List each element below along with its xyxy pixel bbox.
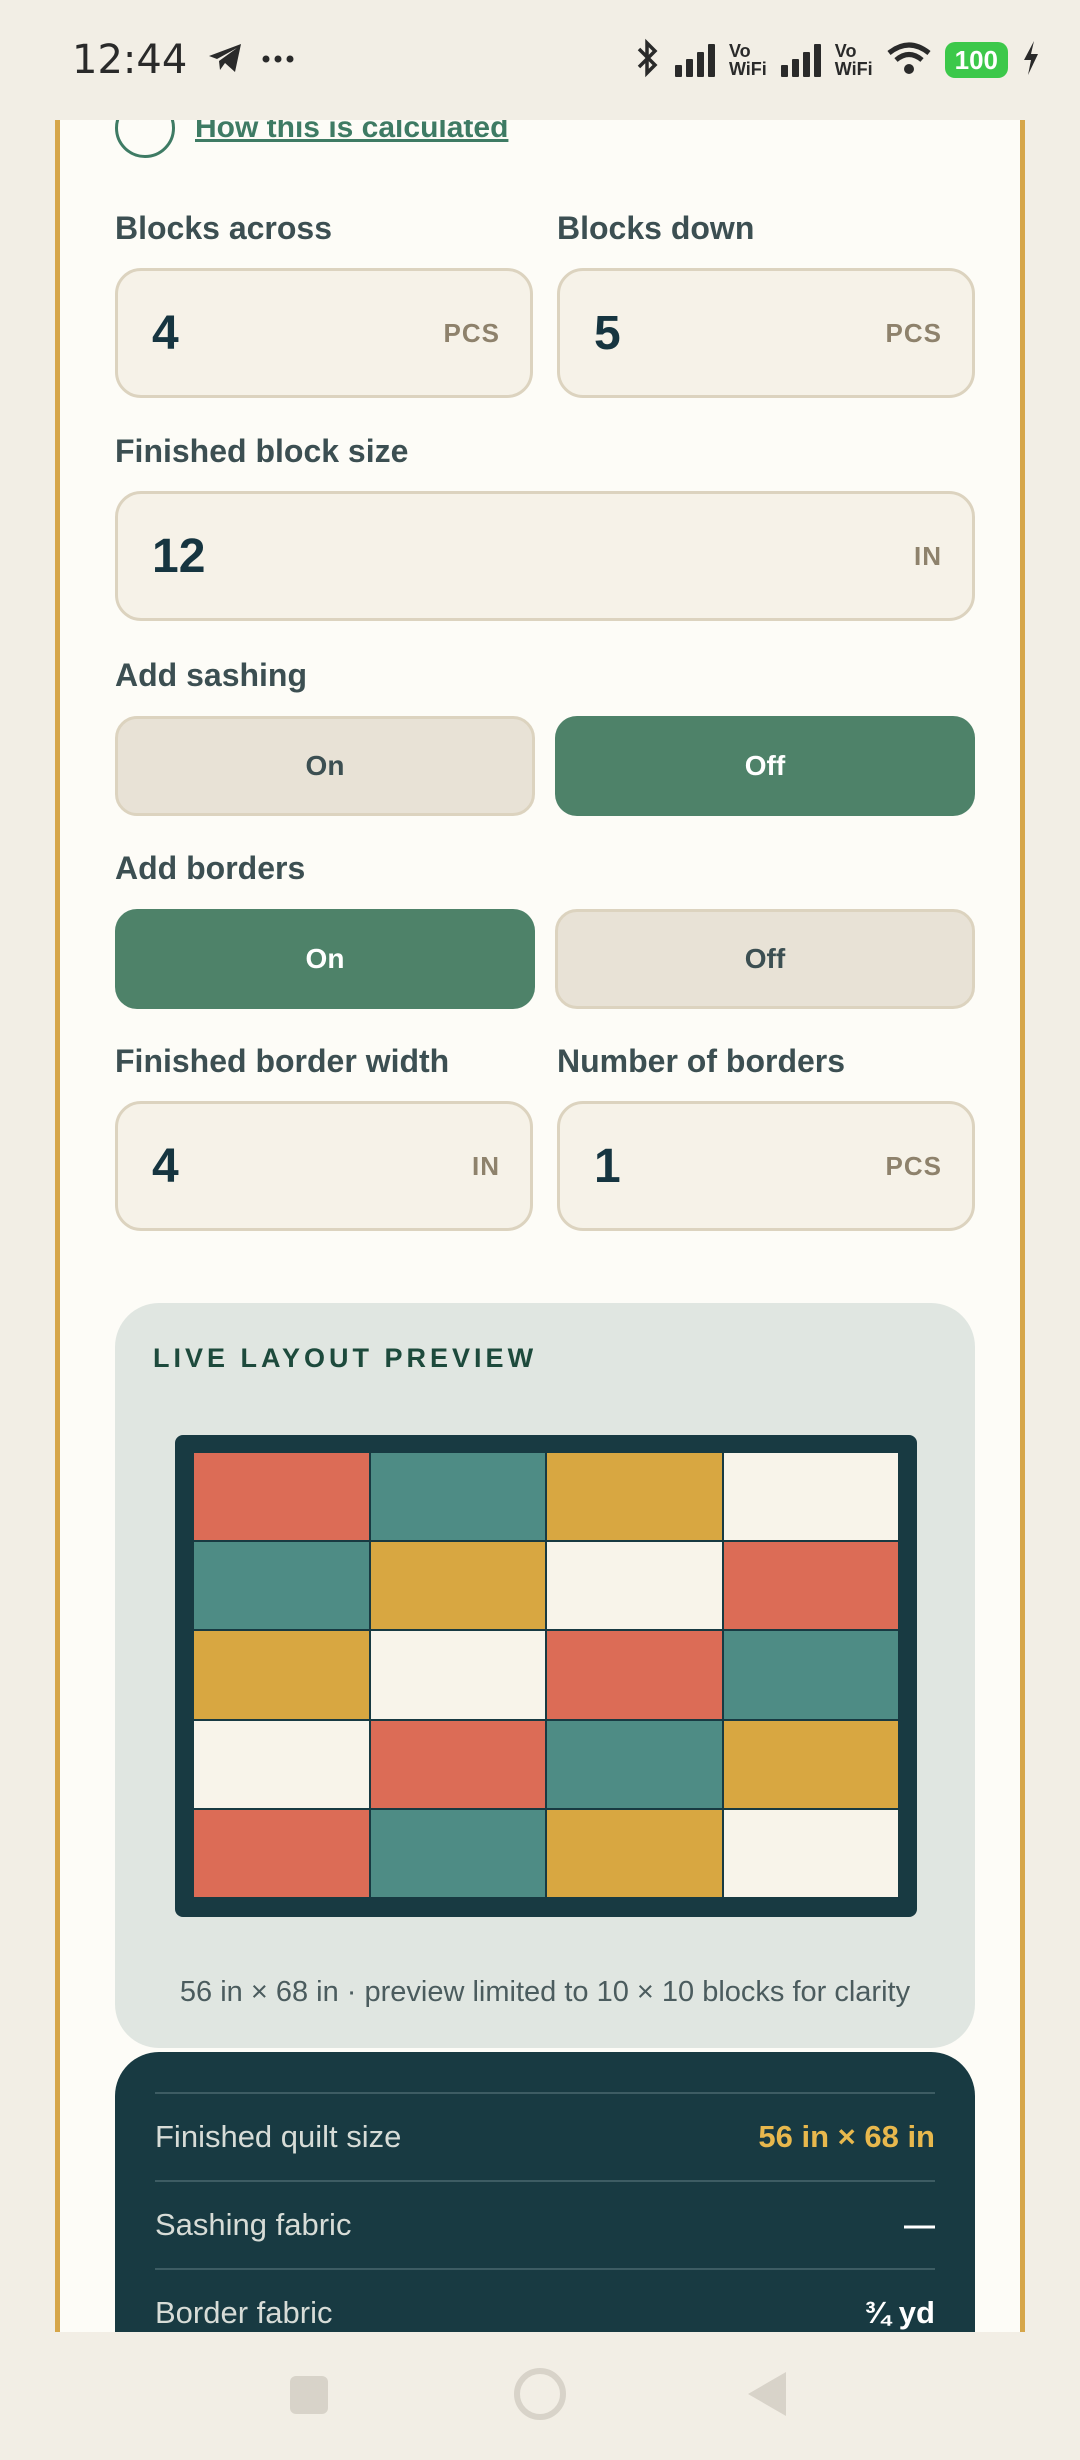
quilt-block: [547, 1809, 722, 1897]
quilt-block: [370, 1720, 545, 1808]
signal-icon: [780, 43, 821, 77]
result-row: Border fabric ¾ yd: [155, 2268, 935, 2332]
status-time: 12:44: [72, 37, 188, 83]
signal-icon: [674, 43, 715, 77]
quilt-block: [194, 1453, 369, 1541]
border-width-input[interactable]: 4 IN: [115, 1101, 533, 1231]
quilt-block: [194, 1631, 369, 1719]
result-value: ¾ yd: [864, 2295, 935, 2330]
recents-icon[interactable]: [290, 2376, 328, 2414]
how-calculated-label: How this is calculated: [195, 120, 509, 144]
quilt-block: [370, 1453, 545, 1541]
result-row: Sashing fabric —: [155, 2180, 935, 2268]
telegram-icon: [207, 42, 243, 79]
vowifi-icon: Vo WiFi: [834, 41, 873, 79]
blocks-down-input[interactable]: 5 PCS: [557, 268, 975, 398]
quilt-block: [194, 1542, 369, 1630]
blocks-down-label: Blocks down: [557, 210, 755, 246]
border-count-label: Number of borders: [557, 1043, 846, 1079]
quilt-grid: [194, 1453, 898, 1897]
quilt-preview: [175, 1435, 917, 1917]
quilt-block: [723, 1542, 898, 1630]
result-value: 56 in × 68 in: [758, 2119, 935, 2154]
info-icon: [115, 120, 175, 158]
borders-off-button[interactable]: Off: [555, 909, 975, 1009]
bluetooth-icon: [635, 38, 661, 83]
result-value: —: [904, 2207, 935, 2242]
block-size-value: 12: [152, 529, 206, 583]
wifi-icon: [887, 41, 931, 80]
battery-icon: 100: [944, 42, 1008, 78]
quilt-block: [370, 1631, 545, 1719]
result-label: Border fabric: [155, 2295, 333, 2330]
border-count-unit: PCS: [885, 1150, 942, 1181]
result-label: Finished quilt size: [155, 2119, 402, 2154]
sashing-label: Add sashing: [115, 657, 308, 693]
charging-icon: [1022, 40, 1040, 80]
block-size-unit: IN: [914, 540, 942, 571]
result-label: Sashing fabric: [155, 2207, 352, 2242]
border-width-value: 4: [152, 1139, 179, 1193]
quilt-block: [723, 1631, 898, 1719]
status-bar: 12:44 Vo WiFi Vo WiFi 100: [0, 0, 1080, 120]
borders-on-button[interactable]: On: [115, 909, 535, 1009]
quilt-block: [723, 1720, 898, 1808]
navigation-bar: [0, 2332, 1080, 2460]
quilt-block: [547, 1631, 722, 1719]
quilt-block: [194, 1720, 369, 1808]
blocks-across-unit: PCS: [443, 317, 500, 348]
quilt-block: [547, 1720, 722, 1808]
border-width-label: Finished border width: [115, 1043, 450, 1079]
quilt-block: [370, 1542, 545, 1630]
how-calculated-link[interactable]: How this is calculated: [115, 120, 508, 158]
blocks-across-value: 4: [152, 306, 179, 360]
layout-preview: LIVE LAYOUT PREVIEW 56 in × 68 in · prev…: [115, 1303, 975, 2048]
quilt-block: [547, 1542, 722, 1630]
results-panel: Finished quilt size 56 in × 68 in Sashin…: [115, 2052, 975, 2332]
blocks-down-value: 5: [594, 306, 621, 360]
quilt-block: [723, 1809, 898, 1897]
blocks-down-unit: PCS: [885, 317, 942, 348]
quilt-block: [194, 1809, 369, 1897]
home-icon[interactable]: [514, 2368, 566, 2420]
block-size-label: Finished block size: [115, 433, 409, 469]
block-size-input[interactable]: 12 IN: [115, 491, 975, 621]
blocks-across-input[interactable]: 4 PCS: [115, 268, 533, 398]
blocks-across-label: Blocks across: [115, 210, 333, 246]
sashing-on-button[interactable]: On: [115, 716, 535, 816]
vowifi-icon: Vo WiFi: [728, 41, 767, 79]
quilt-block: [370, 1809, 545, 1897]
quilt-block: [723, 1453, 898, 1541]
calculator-card: How this is calculated Blocks across Blo…: [55, 120, 1025, 2332]
sashing-off-button[interactable]: Off: [555, 716, 975, 816]
result-row: Finished quilt size 56 in × 68 in: [155, 2092, 935, 2180]
preview-title: LIVE LAYOUT PREVIEW: [153, 1343, 538, 1373]
more-icon: [261, 51, 295, 69]
borders-label: Add borders: [115, 850, 306, 886]
border-width-unit: IN: [472, 1150, 500, 1181]
preview-caption: 56 in × 68 in · preview limited to 10 × …: [179, 1976, 911, 2008]
quilt-block: [547, 1453, 722, 1541]
border-count-input[interactable]: 1 PCS: [557, 1101, 975, 1231]
border-count-value: 1: [594, 1139, 621, 1193]
back-icon[interactable]: [748, 2372, 786, 2416]
